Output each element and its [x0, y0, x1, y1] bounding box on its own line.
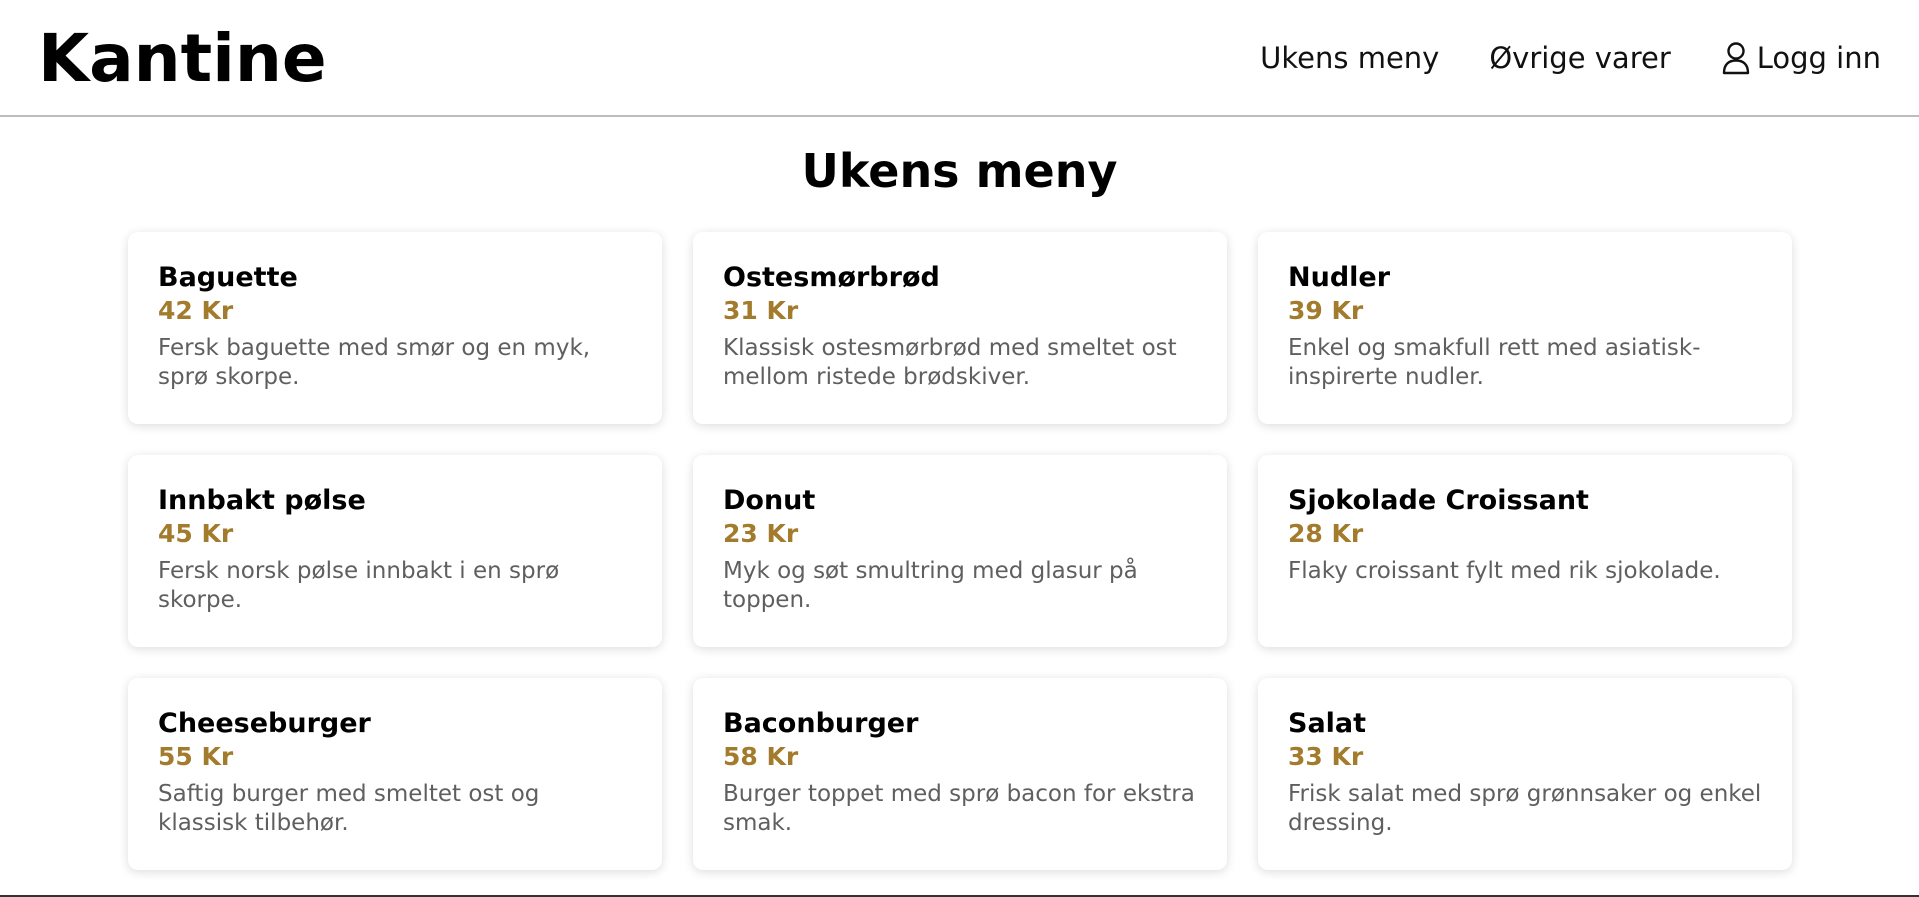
menu-item-description: Fersk norsk pølse innbakt i en sprø skor…	[158, 558, 560, 613]
menu-item-price: 55 Kr	[158, 742, 234, 771]
menu-item-description: Fersk baguette med smør og en myk, sprø …	[158, 335, 591, 390]
main-nav: Ukens meny Øvrige varer Logg inn	[1260, 38, 1881, 78]
menu-card[interactable]: Nudler 39 Kr Enkel og smakfull rett med …	[1258, 232, 1792, 424]
menu-item-name: Ostesmørbrød	[723, 262, 940, 293]
menu-item-name: Innbakt pølse	[158, 485, 366, 516]
menu-item-description: Enkel og smakfull rett med asiatisk-insp…	[1288, 335, 1701, 390]
menu-item-price: 23 Kr	[723, 519, 799, 548]
menu-card[interactable]: Baconburger 58 Kr Burger toppet med sprø…	[693, 678, 1227, 870]
menu-item-description: Saftig burger med smeltet ost og klassis…	[158, 781, 540, 836]
menu-card[interactable]: Sjokolade Croissant 28 Kr Flaky croissan…	[1258, 455, 1792, 647]
menu-card[interactable]: Cheeseburger 55 Kr Saftig burger med sme…	[128, 678, 662, 870]
menu-item-price: 45 Kr	[158, 519, 234, 548]
nav-login-label: Logg inn	[1756, 41, 1881, 75]
menu-card[interactable]: Ostesmørbrød 31 Kr Klassisk ostesmørbrød…	[693, 232, 1227, 424]
menu-item-name: Donut	[723, 485, 816, 516]
menu-card[interactable]: Donut 23 Kr Myk og søt smultring med gla…	[693, 455, 1227, 647]
menu-item-name: Salat	[1288, 708, 1367, 739]
menu-item-price: 31 Kr	[723, 296, 799, 325]
menu-item-price: 39 Kr	[1288, 296, 1364, 325]
nav-other-items[interactable]: Øvrige varer	[1489, 38, 1670, 78]
menu-item-description: Frisk salat med sprø grønnsaker og enkel…	[1288, 781, 1762, 836]
site-logo[interactable]: Kantine	[38, 18, 327, 100]
menu-grid: Baguette 42 Kr Fersk baguette med smør o…	[128, 232, 1793, 870]
menu-item-name: Baguette	[158, 262, 298, 293]
menu-item-name: Sjokolade Croissant	[1288, 485, 1589, 516]
menu-item-price: 33 Kr	[1288, 742, 1364, 771]
menu-card[interactable]: Innbakt pølse 45 Kr Fersk norsk pølse in…	[128, 455, 662, 647]
menu-item-name: Cheeseburger	[158, 708, 371, 739]
site-header: Kantine Ukens meny Øvrige varer Logg inn	[0, 0, 1919, 117]
menu-item-name: Baconburger	[723, 708, 919, 739]
menu-item-name: Nudler	[1288, 262, 1391, 293]
menu-item-description: Klassisk ostesmørbrød med smeltet ost me…	[723, 335, 1177, 390]
nav-weekly-menu[interactable]: Ukens meny	[1260, 38, 1439, 78]
menu-item-price: 42 Kr	[158, 296, 234, 325]
page-title: Ukens meny	[801, 144, 1118, 198]
menu-item-price: 58 Kr	[723, 742, 799, 771]
menu-item-description: Flaky croissant fylt med rik sjokolade.	[1288, 558, 1721, 584]
nav-login[interactable]: Logg inn	[1721, 38, 1881, 78]
user-icon	[1722, 42, 1749, 75]
menu-item-description: Myk og søt smultring med glasur på toppe…	[723, 558, 1138, 613]
menu-item-price: 28 Kr	[1288, 519, 1364, 548]
menu-card[interactable]: Baguette 42 Kr Fersk baguette med smør o…	[128, 232, 662, 424]
menu-card[interactable]: Salat 33 Kr Frisk salat med sprø grønnsa…	[1258, 678, 1792, 870]
menu-item-description: Burger toppet med sprø bacon for ekstra …	[723, 781, 1195, 836]
